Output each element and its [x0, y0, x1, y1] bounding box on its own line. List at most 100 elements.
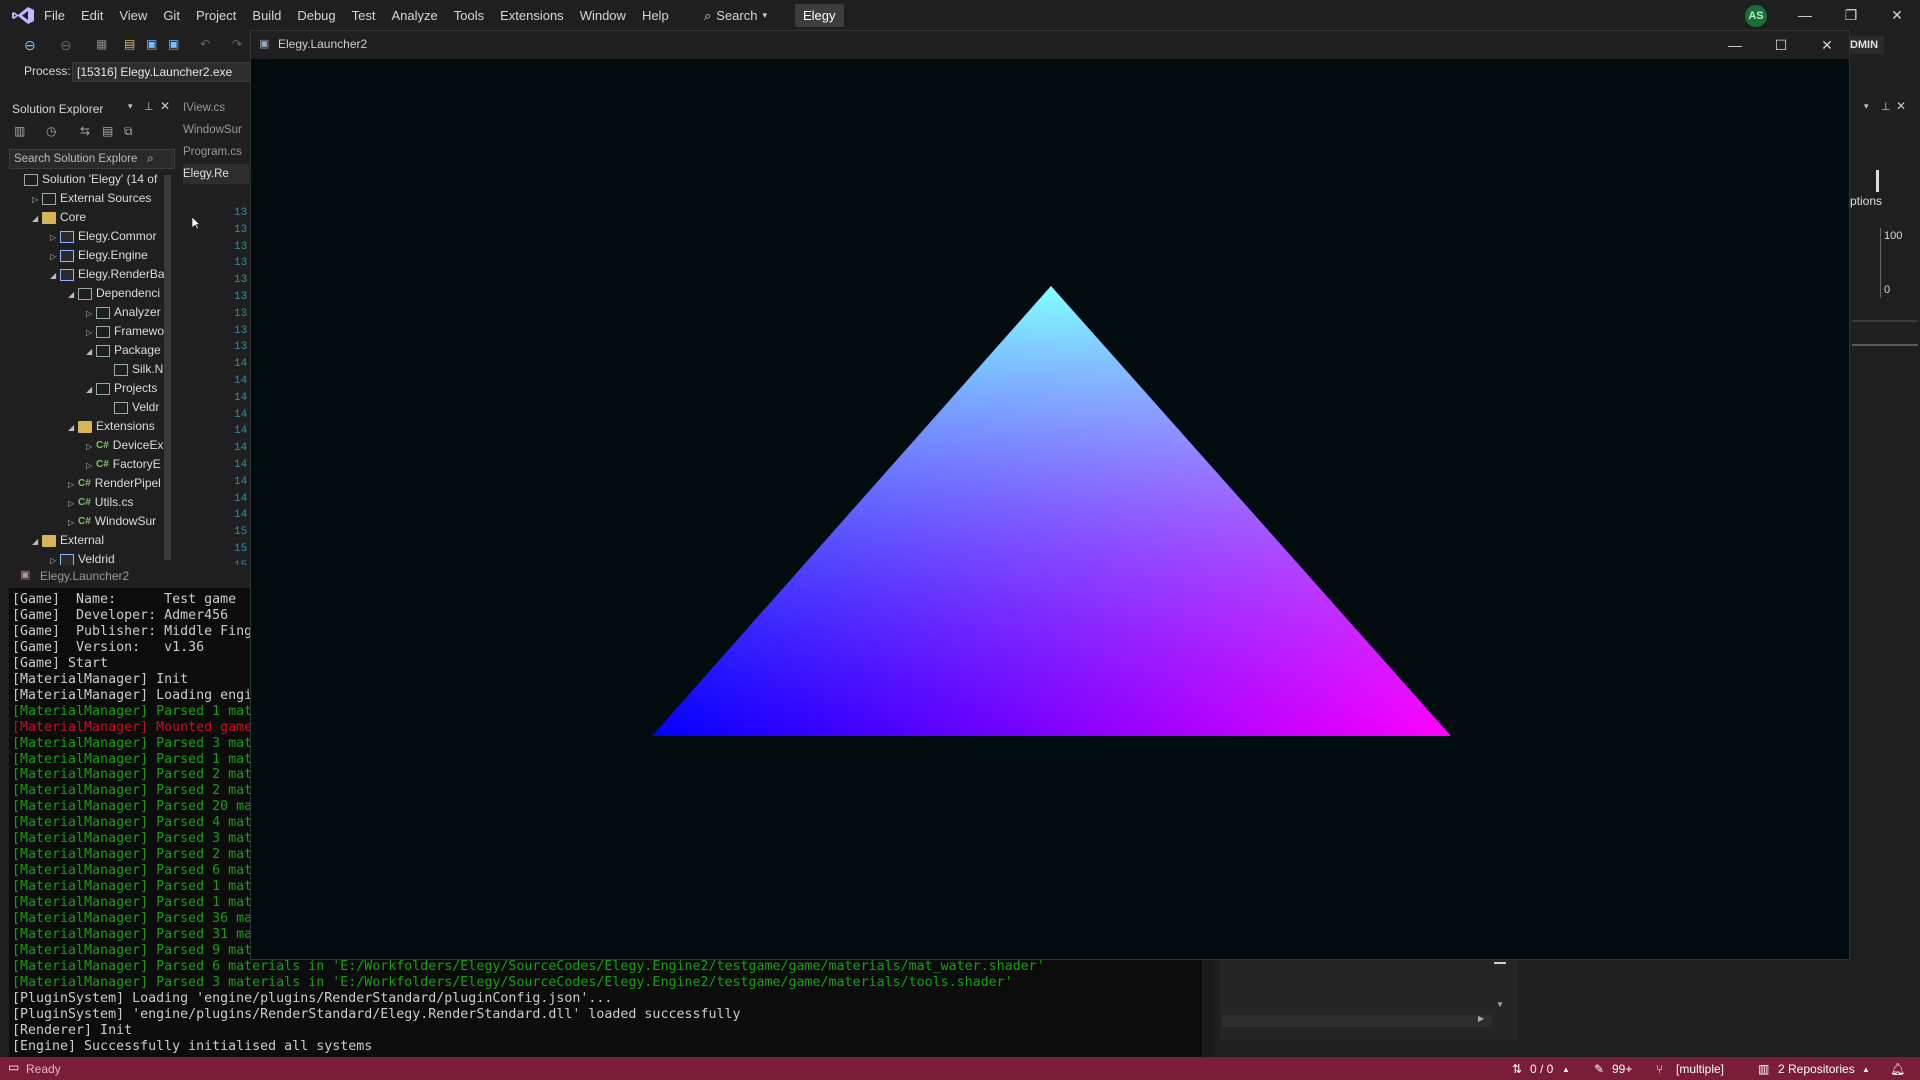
menu-tools[interactable]: Tools [446, 0, 492, 31]
tree-item[interactable]: ▷ C# RenderPipel [68, 474, 164, 493]
tree-item[interactable]: ◢ Extensions [68, 417, 164, 436]
expand-arrow-icon[interactable]: ▷ [50, 228, 60, 246]
minimize-button[interactable]: — [1782, 0, 1828, 31]
editor-tab[interactable]: WindowSur [183, 120, 249, 140]
solution-explorer-scrollbar[interactable] [164, 175, 171, 560]
menu-test[interactable]: Test [344, 0, 384, 31]
pin-icon[interactable]: ⊥ [144, 100, 154, 113]
switch-views-icon[interactable]: ▥ [14, 124, 25, 138]
tree-item[interactable]: ◢ Projects [86, 379, 164, 398]
tree-item-label: Package [114, 343, 161, 357]
scroll-thumb[interactable] [1494, 962, 1506, 964]
navigate-back-icon[interactable]: ⊖ [24, 37, 40, 53]
panel-dropdown-icon[interactable]: ▾ [1864, 101, 1869, 112]
game-minimize-button[interactable]: — [1712, 31, 1758, 59]
expand-arrow-icon[interactable]: ▷ [50, 247, 60, 265]
tree-item[interactable]: ◢ Core [32, 208, 164, 227]
tree-item[interactable]: ▷ Elegy.Commor [50, 227, 164, 246]
collapse-all-icon[interactable]: ▤ [102, 124, 113, 138]
game-window-titlebar[interactable] [251, 31, 1849, 59]
collapse-arrow-icon[interactable]: ◢ [32, 209, 42, 227]
repositories-count[interactable]: 2 Repositories [1778, 1062, 1855, 1076]
expand-arrow-icon[interactable]: ▷ [68, 513, 78, 531]
tree-item[interactable]: ▷ Analyzer [86, 303, 164, 322]
collapse-arrow-icon[interactable]: ◢ [86, 342, 96, 360]
tree-item[interactable]: ◢ External [32, 531, 164, 550]
tree-item[interactable]: Veldr [104, 398, 164, 417]
notifications-icon[interactable]: 🔔︎ [1890, 1062, 1905, 1076]
close-panel-icon[interactable]: ✕ [160, 99, 170, 113]
process-dropdown[interactable]: [15316] Elegy.Launcher2.exe [72, 62, 254, 82]
menu-debug[interactable]: Debug [289, 0, 343, 31]
history-icon[interactable]: ◷ [46, 124, 56, 138]
menu-window[interactable]: Window [572, 0, 634, 31]
sync-icon[interactable]: ⇆ [80, 124, 90, 138]
open-file-icon[interactable]: ▤ [124, 37, 140, 53]
tree-item[interactable]: ◢ Dependenci [68, 284, 164, 303]
visual-studio-logo-icon[interactable] [12, 7, 34, 24]
editor-tab[interactable]: Elegy.Re [183, 164, 249, 184]
collapse-arrow-icon[interactable]: ◢ [86, 380, 96, 398]
tree-item[interactable]: ▷ C# WindowSur [68, 512, 164, 531]
navigate-forward-icon[interactable]: ⊖ [60, 37, 76, 53]
collapse-arrow-icon[interactable]: ◢ [68, 285, 78, 303]
close-button[interactable]: ✕ [1874, 0, 1920, 31]
tree-item[interactable]: Silk.N [104, 360, 164, 379]
horizontal-scrollbar[interactable] [1222, 1015, 1492, 1027]
tree-item[interactable]: Solution 'Elegy' (14 of [14, 170, 164, 189]
edits-count[interactable]: 99+ [1612, 1062, 1632, 1076]
game-viewport[interactable] [251, 31, 1849, 959]
account-avatar[interactable]: AS [1745, 5, 1767, 27]
undo-icon[interactable]: ↶ [200, 37, 216, 53]
scroll-down-icon[interactable]: ▼ [1496, 1000, 1504, 1009]
menu-file[interactable]: File [36, 0, 73, 31]
collapse-arrow-icon[interactable]: ◢ [50, 266, 60, 284]
expand-arrow-icon[interactable]: ▷ [86, 323, 96, 341]
branch-name[interactable]: [multiple] [1676, 1062, 1724, 1076]
menu-extensions[interactable]: Extensions [492, 0, 572, 31]
save-all-icon[interactable]: ▣ [168, 37, 184, 53]
scroll-right-icon[interactable]: ▶ [1478, 1014, 1484, 1023]
solution-name-badge[interactable]: Elegy [795, 4, 844, 27]
save-icon[interactable]: ▣ [146, 37, 162, 53]
tree-item[interactable]: ▷ C# FactoryE [86, 455, 164, 474]
slider-handle[interactable] [1876, 170, 1879, 192]
console-scrollbar[interactable] [1202, 960, 1214, 1070]
expand-arrow-icon[interactable]: ▷ [32, 190, 42, 208]
expand-arrow-icon[interactable]: ▷ [86, 456, 96, 474]
redo-icon[interactable]: ↷ [232, 37, 248, 53]
show-all-files-icon[interactable]: ⧉ [124, 124, 133, 139]
panel-dropdown-icon[interactable]: ▾ [128, 101, 133, 112]
tree-item[interactable]: ▷ Elegy.Engine [50, 246, 164, 265]
expand-arrow-icon[interactable]: ▷ [68, 475, 78, 493]
expand-arrow-icon[interactable]: ▷ [68, 494, 78, 512]
tree-item[interactable]: ▷ C# Utils.cs [68, 493, 164, 512]
game-close-button[interactable]: ✕ [1804, 31, 1850, 59]
search-button[interactable]: ⌕ Search ▾ [700, 4, 771, 27]
pin-icon[interactable]: ⊥ [1881, 100, 1891, 113]
editor-tab[interactable]: IView.cs [183, 98, 249, 118]
collapse-arrow-icon[interactable]: ◢ [68, 418, 78, 436]
expand-arrow-icon[interactable]: ▷ [86, 437, 96, 455]
close-panel-icon[interactable]: ✕ [1896, 99, 1906, 113]
menu-project[interactable]: Project [188, 0, 244, 31]
expand-arrow-icon[interactable]: ▷ [86, 304, 96, 322]
menu-help[interactable]: Help [634, 0, 677, 31]
tree-item[interactable]: ▷ Framewo [86, 322, 164, 341]
game-window[interactable] [250, 30, 1850, 960]
tree-item[interactable]: ◢ Elegy.RenderBa [50, 265, 164, 284]
menu-git[interactable]: Git [155, 0, 188, 31]
tree-item[interactable]: ▷ External Sources [32, 189, 164, 208]
new-project-icon[interactable]: ▦ [96, 37, 112, 53]
menu-analyze[interactable]: Analyze [383, 0, 445, 31]
collapse-arrow-icon[interactable]: ◢ [32, 532, 42, 550]
pending-changes[interactable]: 0 / 0 [1530, 1062, 1553, 1076]
editor-tab[interactable]: Program.cs [183, 142, 249, 162]
menu-view[interactable]: View [111, 0, 155, 31]
tree-item[interactable]: ▷ C# DeviceEx [86, 436, 164, 455]
menu-edit[interactable]: Edit [73, 0, 111, 31]
menu-build[interactable]: Build [244, 0, 289, 31]
game-maximize-button[interactable]: ☐ [1758, 31, 1804, 59]
tree-item[interactable]: ◢ Package [86, 341, 164, 360]
restore-button[interactable]: ❐ [1828, 0, 1874, 31]
